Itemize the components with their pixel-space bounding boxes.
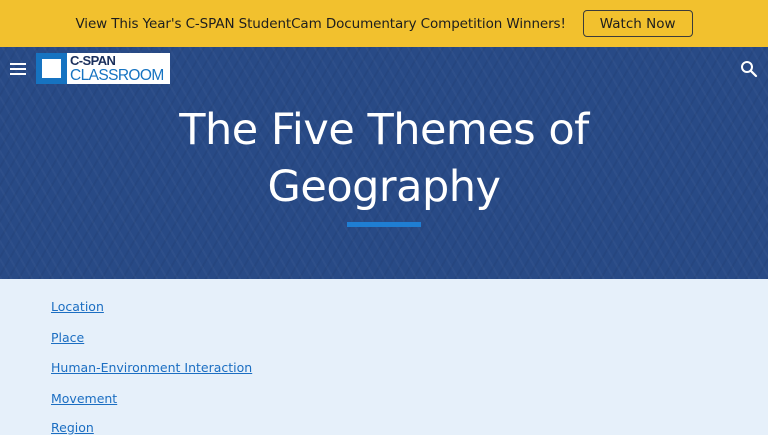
announcement-text: View This Year's C-SPAN StudentCam Docum…: [75, 15, 566, 32]
watch-now-button[interactable]: Watch Now: [582, 10, 693, 37]
title-underline: [347, 222, 421, 227]
cspan-classroom-logo[interactable]: C-SPAN CLASSROOM: [36, 53, 170, 84]
theme-link-human-environment-interaction[interactable]: Human-Environment Interaction: [51, 360, 252, 375]
theme-link-location[interactable]: Location: [51, 299, 104, 314]
hero-banner: C-SPAN CLASSROOM The Five Themes of Geog…: [0, 47, 768, 279]
themes-list: Location Place Human-Environment Interac…: [0, 279, 768, 435]
logo-mark: [36, 53, 67, 84]
page-title-line-1: The Five Themes of: [179, 105, 589, 155]
logo-text: C-SPAN CLASSROOM: [67, 53, 170, 84]
logo-top-text: C-SPAN: [70, 52, 116, 68]
announcement-bar: View This Year's C-SPAN StudentCam Docum…: [0, 0, 768, 47]
search-icon[interactable]: [740, 60, 758, 78]
page-title: The Five Themes of Geography: [0, 102, 768, 216]
hamburger-menu-icon[interactable]: [9, 61, 27, 77]
logo-bottom-text: CLASSROOM: [70, 66, 164, 84]
page-title-line-2: Geography: [267, 162, 501, 212]
theme-link-region[interactable]: Region: [51, 420, 94, 435]
theme-link-movement[interactable]: Movement: [51, 391, 117, 406]
theme-link-place[interactable]: Place: [51, 330, 84, 345]
